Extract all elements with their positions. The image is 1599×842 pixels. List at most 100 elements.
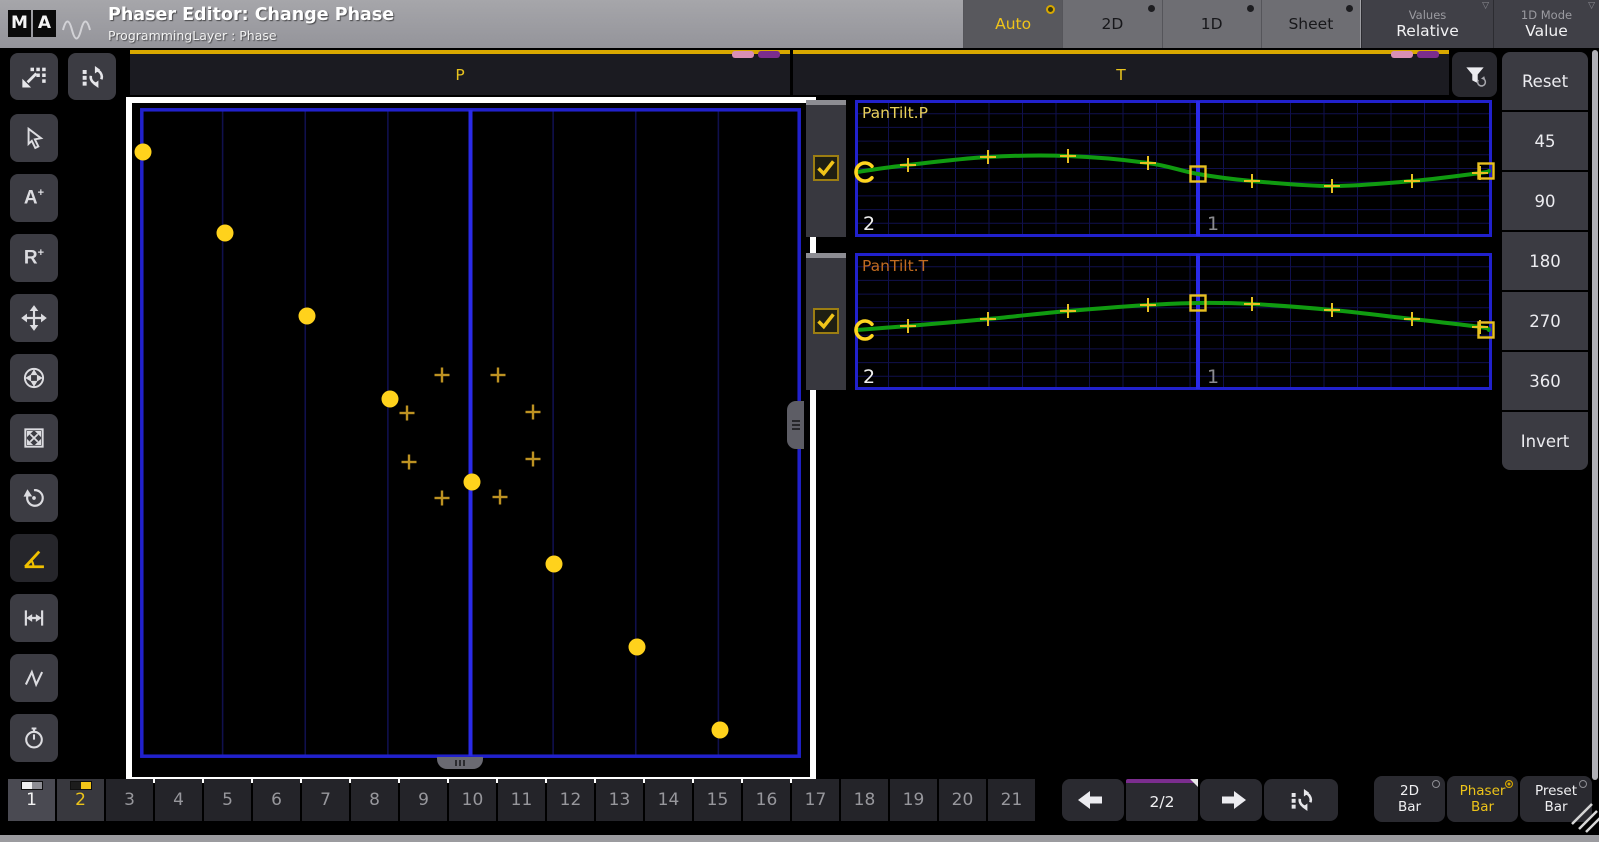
step-button-14[interactable]: 14	[645, 779, 692, 821]
resize-grip[interactable]	[1568, 800, 1599, 834]
fixture-phase-dot[interactable]	[299, 308, 316, 325]
phase-cross-marker[interactable]	[402, 455, 417, 470]
pantilt-p-checkbox[interactable]	[813, 155, 839, 181]
step-button-10[interactable]: 10	[449, 779, 496, 821]
column-header-p-label: P	[455, 66, 464, 84]
curve-cross-marker[interactable]	[980, 150, 996, 164]
invert-button[interactable]: Invert	[1502, 412, 1588, 470]
fixture-phase-dot[interactable]	[464, 474, 481, 491]
phase-cross-marker[interactable]	[491, 368, 506, 383]
step-button-21[interactable]: 21	[988, 779, 1035, 821]
reset-button[interactable]: Reset	[1502, 52, 1588, 110]
phase-180-button[interactable]: 180	[1502, 232, 1588, 290]
phase-270-button[interactable]: 270	[1502, 292, 1588, 350]
pointer-tool-button[interactable]	[10, 114, 58, 162]
speed-tool-button[interactable]	[10, 714, 58, 762]
ma-logo[interactable]: M A	[8, 10, 56, 37]
step-button-5[interactable]: 5	[204, 779, 251, 821]
phase-2d-plot[interactable]	[140, 108, 801, 758]
step-button-17[interactable]: 17	[792, 779, 839, 821]
phase-cross-marker[interactable]	[526, 405, 541, 420]
phase-cross-marker[interactable]	[435, 368, 450, 383]
step-button-12[interactable]: 12	[547, 779, 594, 821]
step-page-indicator[interactable]: 2/2	[1126, 779, 1198, 821]
phase-360-button[interactable]: 360	[1502, 352, 1588, 410]
relative-tool-button[interactable]: R+	[10, 234, 58, 282]
curve-cross-marker[interactable]	[1060, 149, 1076, 163]
phase-cross-marker[interactable]	[400, 406, 415, 421]
fixture-phase-dot[interactable]	[546, 556, 563, 573]
pantilt-p-curve-chart[interactable]: PanTilt.P21	[855, 100, 1492, 237]
tab-2d[interactable]: 2D	[1062, 0, 1161, 48]
transition-tool-button[interactable]	[10, 654, 58, 702]
step-button-20[interactable]: 20	[939, 779, 986, 821]
next-step-page-button[interactable]	[1200, 779, 1262, 821]
pantilt-t-checkbox[interactable]	[813, 308, 839, 334]
curve-cross-marker[interactable]	[980, 312, 996, 326]
phaser-bar-button[interactable]: PhaserBar	[1447, 776, 1518, 822]
move-tool-button[interactable]	[10, 294, 58, 342]
fixture-phase-dot[interactable]	[135, 144, 152, 161]
encoder-sync-button[interactable]	[68, 53, 116, 100]
right-scrollbar[interactable]	[1592, 50, 1598, 780]
step-button-19[interactable]: 19	[890, 779, 937, 821]
column-header-t[interactable]: T	[793, 50, 1449, 95]
step-button-15[interactable]: 15	[694, 779, 741, 821]
step-button-16[interactable]: 16	[743, 779, 790, 821]
filter-button[interactable]	[1452, 52, 1497, 97]
curve-cross-marker[interactable]	[1060, 304, 1076, 318]
curve-cross-marker[interactable]	[1324, 303, 1340, 317]
step-button-8[interactable]: 8	[351, 779, 398, 821]
step-button-1[interactable]: 1	[8, 779, 55, 821]
dropdown-values[interactable]: ValuesRelative▽	[1361, 0, 1493, 48]
phase-curve[interactable]	[857, 155, 1489, 186]
phase-cross-marker[interactable]	[435, 491, 450, 506]
step-button-6[interactable]: 6	[253, 779, 300, 821]
curve-cross-marker[interactable]	[1404, 174, 1420, 188]
curve-cross-marker[interactable]	[1244, 174, 1260, 188]
vertical-splitter-handle[interactable]	[787, 401, 804, 449]
curve-cross-marker[interactable]	[900, 158, 916, 172]
curve-cross-marker[interactable]	[1404, 312, 1420, 326]
fixture-phase-dot[interactable]	[629, 639, 646, 656]
fixture-phase-dot[interactable]	[382, 391, 399, 408]
checkbox-column-t	[806, 253, 846, 390]
curve-cross-marker[interactable]	[1140, 156, 1156, 170]
curve-cross-marker[interactable]	[1244, 297, 1260, 311]
column-header-p[interactable]: P	[130, 50, 790, 95]
phase-curve[interactable]	[857, 303, 1489, 330]
tab-sheet[interactable]: Sheet	[1261, 0, 1360, 48]
previous-step-page-button[interactable]	[1062, 779, 1124, 821]
fixture-phase-dot[interactable]	[217, 225, 234, 242]
step-button-2[interactable]: 2	[57, 779, 104, 821]
tab-auto[interactable]: Auto	[963, 0, 1062, 48]
phase-tool-button[interactable]	[10, 534, 58, 582]
step-button-18[interactable]: 18	[841, 779, 888, 821]
fixture-phase-dot[interactable]	[712, 722, 729, 739]
tab-1d[interactable]: 1D	[1162, 0, 1261, 48]
absolute-tool-button[interactable]: A+	[10, 174, 58, 222]
scale-tool-button[interactable]	[10, 414, 58, 462]
phase-90-button[interactable]: 90	[1502, 172, 1588, 230]
phase-cross-marker[interactable]	[493, 490, 508, 505]
step-button-4[interactable]: 4	[155, 779, 202, 821]
rotate-tool-button[interactable]	[10, 474, 58, 522]
loop-sync-button[interactable]	[1264, 779, 1338, 821]
phase-45-button[interactable]: 45	[1502, 112, 1588, 170]
step-button-7[interactable]: 7	[302, 779, 349, 821]
check-icon	[815, 310, 836, 331]
step-button-11[interactable]: 11	[498, 779, 545, 821]
phase-cross-marker[interactable]	[526, 452, 541, 467]
width-tool-button[interactable]	[10, 594, 58, 642]
curve-cross-marker[interactable]	[1324, 179, 1340, 193]
curve-cross-marker[interactable]	[1140, 298, 1156, 312]
step-button-13[interactable]: 13	[596, 779, 643, 821]
grid-move-button[interactable]	[10, 53, 58, 100]
pantilt-t-curve-chart[interactable]: PanTilt.T21	[855, 253, 1492, 390]
position-tool-button[interactable]	[10, 354, 58, 402]
step-button-3[interactable]: 3	[106, 779, 153, 821]
dropdown-1d-mode[interactable]: 1D ModeValue▽	[1493, 0, 1599, 48]
2d-bar-button[interactable]: 2DBar	[1374, 776, 1445, 822]
step-button-9[interactable]: 9	[400, 779, 447, 821]
horizontal-splitter-handle[interactable]	[437, 757, 483, 769]
